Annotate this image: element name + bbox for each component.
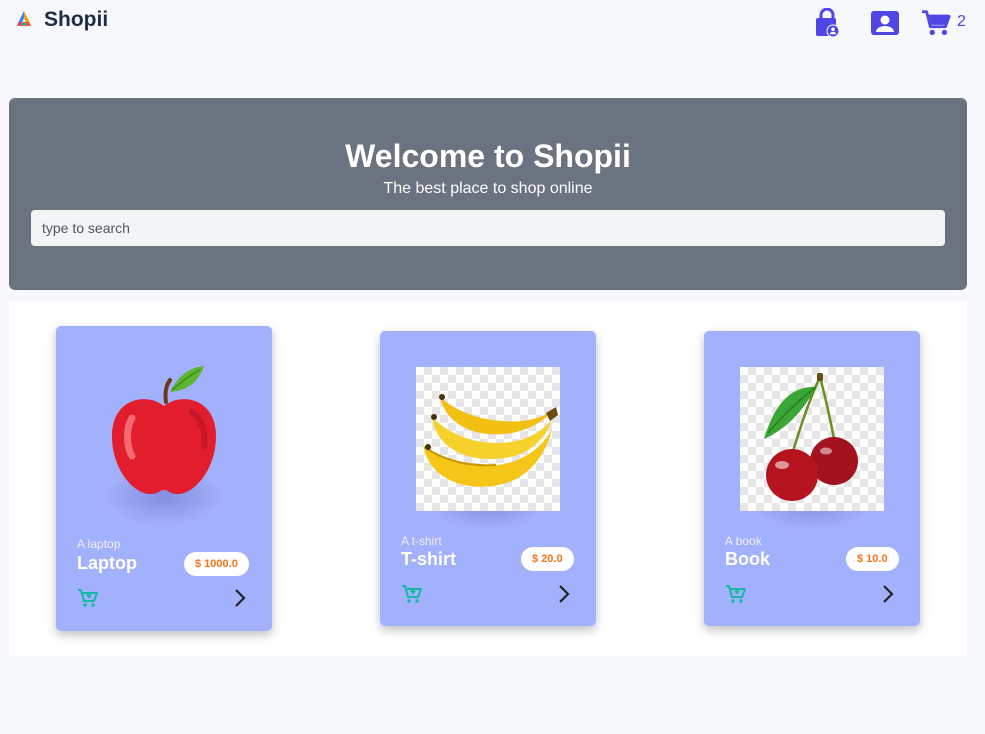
product-subtitle: A t-shirt — [401, 534, 442, 548]
chevron-right-icon[interactable] — [228, 586, 252, 610]
chevron-right-icon[interactable] — [876, 582, 900, 606]
add-to-cart-icon[interactable] — [400, 582, 424, 606]
chevron-right-icon[interactable] — [552, 582, 576, 606]
product-grid: A laptop Laptop $ 1000.0 A t-shirt T-shi… — [9, 301, 967, 656]
account-box-icon[interactable] — [870, 8, 900, 38]
price-badge: $ 1000.0 — [184, 552, 249, 576]
product-name: Book — [725, 549, 770, 569]
add-to-cart-icon[interactable] — [76, 586, 100, 610]
product-name: Laptop — [77, 553, 137, 573]
hero-subtitle: The best place to shop online — [383, 180, 593, 197]
lock-person-icon[interactable] — [812, 8, 842, 38]
brand-name[interactable]: Shopii — [44, 8, 108, 32]
cart-count-badge: 2 — [957, 13, 966, 30]
apple-image — [92, 362, 236, 506]
top-nav: Shopii 2 — [0, 0, 985, 48]
logo-icon[interactable] — [14, 9, 34, 29]
product-subtitle: A laptop — [77, 537, 121, 551]
product-card[interactable]: A t-shirt T-shirt $ 20.0 — [380, 331, 596, 626]
add-to-cart-icon[interactable] — [724, 582, 748, 606]
cherry-image — [740, 367, 884, 511]
product-card[interactable]: A laptop Laptop $ 1000.0 — [56, 326, 272, 631]
search-input[interactable] — [31, 210, 945, 246]
price-badge: $ 20.0 — [521, 547, 574, 571]
shopping-cart-icon[interactable] — [921, 8, 951, 38]
price-badge: $ 10.0 — [846, 547, 899, 571]
hero-banner: Welcome to Shopii The best place to shop… — [9, 98, 967, 290]
product-subtitle: A book — [725, 534, 762, 548]
product-name: T-shirt — [401, 549, 457, 569]
product-card[interactable]: A book Book $ 10.0 — [704, 331, 920, 626]
banana-image — [416, 367, 560, 511]
hero-title: Welcome to Shopii — [345, 138, 631, 174]
